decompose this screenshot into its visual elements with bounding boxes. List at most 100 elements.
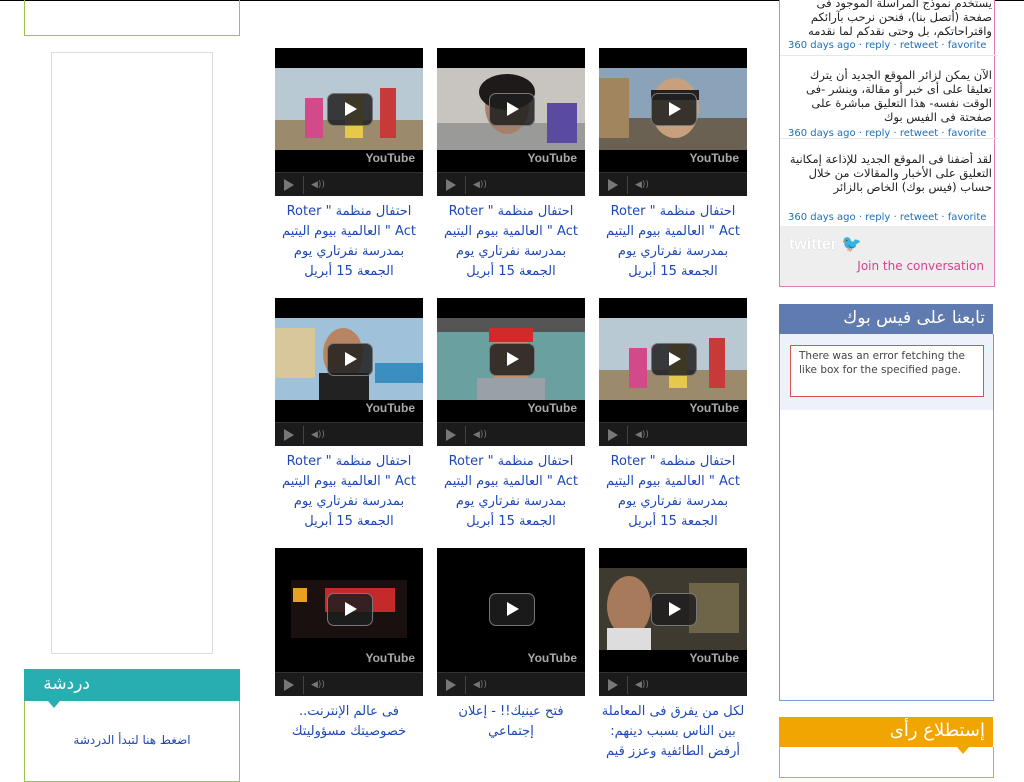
- video-caption[interactable]: احتفال منظمة " Roter Act " العالمية بيوم…: [437, 452, 585, 532]
- video-caption[interactable]: لكل من يفرق فى المعاملة بين الناس بسبب د…: [599, 702, 747, 762]
- play-icon[interactable]: [446, 679, 456, 691]
- facebook-widget-body: There was an error fetching the like box…: [779, 334, 994, 701]
- tweet-time[interactable]: 360 days ago: [788, 128, 856, 139]
- video-player[interactable]: YouTube ◀)): [599, 48, 747, 196]
- video-player[interactable]: YouTube ◀)): [437, 298, 585, 446]
- video-card[interactable]: YouTube ◀)) احتفال منظمة " Roter Act " ا…: [437, 298, 585, 532]
- tweet-meta: 360 days ago · reply · retweet · favorit…: [788, 212, 987, 223]
- chat-title: دردشة: [43, 674, 90, 694]
- retweet-link[interactable]: retweet: [900, 212, 938, 223]
- tweet-time[interactable]: 360 days ago: [788, 40, 856, 51]
- player-controls: ◀)): [599, 172, 747, 196]
- video-card[interactable]: YouTube ◀)) احتفال منظمة " Roter Act " ا…: [437, 48, 585, 282]
- youtube-logo: YouTube: [365, 401, 415, 415]
- video-caption[interactable]: احتفال منظمة " Roter Act " العالمية بيوم…: [599, 202, 747, 282]
- video-player[interactable]: YouTube ◀)): [275, 298, 423, 446]
- retweet-link[interactable]: retweet: [900, 128, 938, 139]
- video-caption[interactable]: احتفال منظمة " Roter Act " العالمية بيوم…: [599, 452, 747, 532]
- video-caption[interactable]: فى عالم الإنترنت.. خصوصيتك مسؤوليتك: [275, 702, 423, 742]
- volume-icon[interactable]: ◀)): [473, 180, 489, 190]
- reply-link[interactable]: reply: [865, 128, 890, 139]
- favorite-link[interactable]: favorite: [948, 40, 987, 51]
- player-controls: ◀)): [599, 672, 747, 696]
- youtube-logo: YouTube: [365, 151, 415, 165]
- youtube-logo: YouTube: [527, 651, 577, 665]
- volume-icon[interactable]: ◀)): [635, 430, 651, 440]
- tweet-text: يستخدم نموذج المراسلة الموجود فى صفحة (أ…: [808, 0, 992, 38]
- facebook-widget-header: تابعنا على فيس بوك: [779, 304, 993, 341]
- youtube-logo: YouTube: [527, 151, 577, 165]
- youtube-logo: YouTube: [365, 651, 415, 665]
- video-player[interactable]: YouTube ◀)): [437, 48, 585, 196]
- left-top-box: [24, 0, 240, 36]
- play-icon[interactable]: [608, 429, 618, 441]
- video-card[interactable]: YouTube ◀)) احتفال منظمة " Roter Act " ا…: [275, 298, 423, 532]
- volume-icon[interactable]: ◀)): [311, 180, 327, 190]
- reply-link[interactable]: reply: [865, 212, 890, 223]
- video-player[interactable]: YouTube ◀)): [599, 298, 747, 446]
- play-icon[interactable]: [608, 679, 618, 691]
- volume-icon[interactable]: ◀)): [635, 180, 651, 190]
- player-controls: ◀)): [599, 422, 747, 446]
- volume-icon[interactable]: ◀)): [473, 430, 489, 440]
- play-icon[interactable]: [284, 179, 294, 191]
- video-caption[interactable]: احتفال منظمة " Roter Act " العالمية بيوم…: [275, 202, 423, 282]
- youtube-logo: YouTube: [689, 151, 739, 165]
- player-controls: ◀)): [437, 672, 585, 696]
- video-player[interactable]: YouTube ◀)): [599, 548, 747, 696]
- play-button[interactable]: [327, 343, 373, 376]
- play-button[interactable]: [651, 343, 697, 376]
- play-button[interactable]: [489, 93, 535, 126]
- video-player[interactable]: YouTube ◀)): [437, 548, 585, 696]
- video-card[interactable]: YouTube ◀)) احتفال منظمة " Roter Act " ا…: [599, 298, 747, 532]
- volume-icon[interactable]: ◀)): [473, 680, 489, 690]
- video-player[interactable]: YouTube ◀)): [275, 48, 423, 196]
- poll-title: إستطلاع رأى: [889, 720, 985, 741]
- play-button[interactable]: [651, 593, 697, 626]
- video-card[interactable]: YouTube ◀)) لكل من يفرق فى المعاملة بين …: [599, 548, 747, 762]
- player-controls: ◀)): [437, 422, 585, 446]
- play-button[interactable]: [651, 93, 697, 126]
- player-controls: ◀)): [275, 172, 423, 196]
- start-chat-link[interactable]: اضغط هنا لتبدأ الدردشة: [25, 733, 239, 747]
- youtube-logo: YouTube: [689, 401, 739, 415]
- volume-icon[interactable]: ◀)): [311, 680, 327, 690]
- retweet-link[interactable]: retweet: [900, 40, 938, 51]
- video-caption[interactable]: فتح عينيك!! - إعلان إجتماعي: [437, 702, 585, 742]
- tweet-text: الآن يمكن لزائر الموقع الجديد أن يترك تع…: [806, 68, 992, 124]
- poll-widget-body: [779, 747, 994, 778]
- video-caption[interactable]: احتفال منظمة " Roter Act " العالمية بيوم…: [275, 452, 423, 532]
- video-card[interactable]: YouTube ◀)) فى عالم الإنترنت.. خصوصيتك م…: [275, 548, 423, 742]
- volume-icon[interactable]: ◀)): [311, 430, 327, 440]
- facebook-title: تابعنا على فيس بوك: [843, 308, 985, 328]
- chat-widget-header: دردشة: [24, 669, 240, 708]
- play-button[interactable]: [327, 593, 373, 626]
- play-icon[interactable]: [284, 679, 294, 691]
- volume-icon[interactable]: ◀)): [635, 680, 651, 690]
- video-card[interactable]: YouTube ◀)) فتح عينيك!! - إعلان إجتماعي: [437, 548, 585, 742]
- play-button[interactable]: [489, 343, 535, 376]
- play-button[interactable]: [327, 93, 373, 126]
- play-icon[interactable]: [446, 429, 456, 441]
- tweet-meta: 360 days ago · reply · retweet · favorit…: [788, 128, 987, 139]
- play-button[interactable]: [489, 593, 535, 626]
- youtube-logo: YouTube: [527, 401, 577, 415]
- video-player[interactable]: YouTube ◀)): [275, 548, 423, 696]
- video-card[interactable]: YouTube ◀)) احتفال منظمة " Roter Act " ا…: [599, 48, 747, 282]
- video-card[interactable]: YouTube ◀)) احتفال منظمة " Roter Act " ا…: [275, 48, 423, 282]
- twitter-bird-icon: 🐦: [841, 236, 862, 253]
- twitter-logo[interactable]: twitter 🐦: [789, 234, 861, 254]
- video-caption[interactable]: احتفال منظمة " Roter Act " العالمية بيوم…: [437, 202, 585, 282]
- favorite-link[interactable]: favorite: [948, 128, 987, 139]
- reply-link[interactable]: reply: [865, 40, 890, 51]
- play-icon[interactable]: [446, 179, 456, 191]
- player-controls: ◀)): [275, 672, 423, 696]
- twitter-footer: twitter 🐦 Join the conversation: [780, 226, 994, 286]
- play-icon[interactable]: [608, 179, 618, 191]
- play-icon[interactable]: [284, 429, 294, 441]
- favorite-link[interactable]: favorite: [948, 212, 987, 223]
- twitter-widget: يستخدم نموذج المراسلة الموجود فى صفحة (أ…: [779, 0, 998, 287]
- join-conversation-link[interactable]: Join the conversation: [857, 259, 984, 273]
- player-controls: ◀)): [437, 172, 585, 196]
- tweet-time[interactable]: 360 days ago: [788, 212, 856, 223]
